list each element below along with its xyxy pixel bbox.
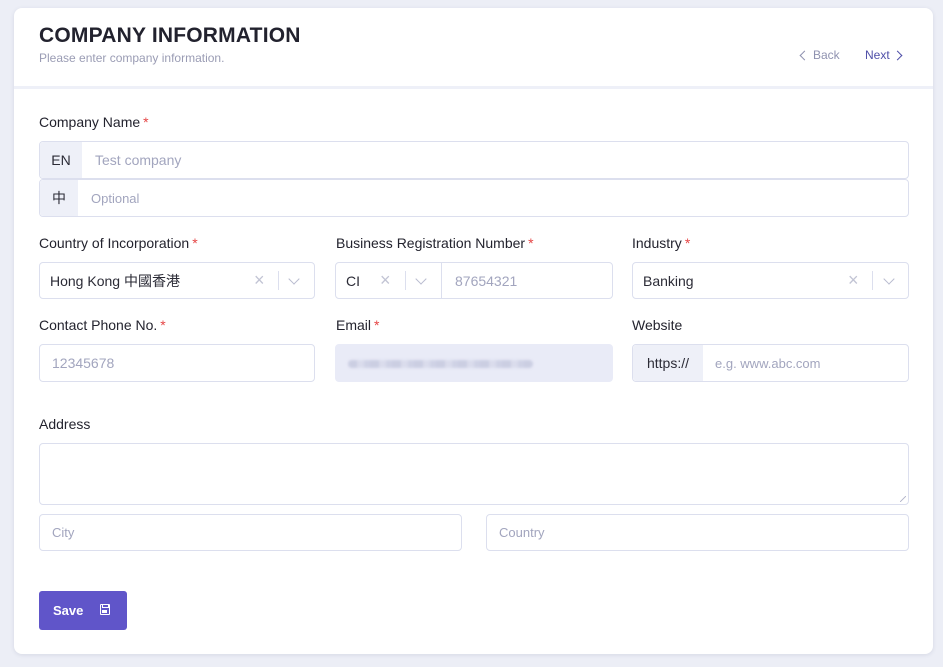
floppy-disk-icon — [100, 604, 110, 615]
country-label: Country of Incorporation * — [39, 235, 198, 251]
website-field[interactable]: https:// e.g. www.abc.com — [632, 344, 909, 382]
chevron-left-icon — [799, 50, 810, 60]
phone-input[interactable]: 12345678 — [52, 345, 114, 381]
brn-label-text: Business Registration Number — [336, 235, 526, 251]
chevron-down-icon[interactable] — [883, 263, 895, 298]
address-country-field[interactable]: Country — [486, 514, 909, 551]
country-select[interactable]: Hong Kong 中國香港 × — [39, 262, 315, 299]
phone-field[interactable]: 12345678 — [39, 344, 315, 382]
country-value: Hong Kong 中國香港 — [50, 272, 180, 289]
required-mark: * — [374, 317, 380, 333]
next-label: Next — [865, 48, 890, 62]
back-label: Back — [813, 48, 840, 62]
phone-label: Contact Phone No. * — [39, 317, 166, 333]
address-label-text: Address — [39, 416, 91, 432]
email-label-text: Email — [336, 317, 372, 333]
save-button[interactable]: Save — [39, 591, 127, 630]
required-mark: * — [192, 235, 198, 251]
brn-number-field[interactable]: 87654321 — [441, 262, 613, 299]
resize-handle[interactable] — [900, 496, 906, 502]
city-field[interactable]: City — [39, 514, 462, 551]
email-value-redacted — [348, 360, 533, 368]
select-separator — [405, 271, 406, 290]
https-addon: https:// — [633, 345, 703, 381]
company-name-zh-field[interactable]: 中 Optional — [39, 179, 909, 217]
company-name-zh-input[interactable]: Optional — [91, 180, 139, 216]
email-label: Email * — [336, 317, 379, 333]
brn-number-input[interactable]: 87654321 — [455, 263, 517, 298]
website-label: Website — [632, 317, 682, 333]
card-header: COMPANY INFORMATION Please enter company… — [14, 8, 933, 89]
industry-select[interactable]: Banking × — [632, 262, 909, 299]
page-title: COMPANY INFORMATION — [39, 24, 301, 47]
en-addon: EN — [40, 142, 82, 178]
page-subtitle: Please enter company information. — [39, 51, 225, 65]
select-separator — [872, 271, 873, 290]
chevron-down-icon[interactable] — [415, 263, 427, 298]
brn-label: Business Registration Number * — [336, 235, 534, 251]
website-input[interactable]: e.g. www.abc.com — [715, 345, 821, 381]
select-separator — [278, 271, 279, 290]
company-info-card: COMPANY INFORMATION Please enter company… — [14, 8, 933, 654]
industry-label-text: Industry — [632, 235, 682, 251]
city-input[interactable]: City — [52, 515, 74, 550]
chevron-right-icon — [892, 50, 903, 60]
chevron-down-icon[interactable] — [288, 263, 300, 298]
required-mark: * — [143, 114, 149, 130]
zh-addon: 中 — [40, 180, 78, 216]
country-label-text: Country of Incorporation — [39, 235, 190, 251]
company-name-en-field[interactable]: EN Test company — [39, 141, 909, 179]
phone-label-text: Contact Phone No. — [39, 317, 158, 333]
company-name-label-text: Company Name — [39, 114, 141, 130]
address-label: Address — [39, 416, 90, 432]
website-label-text: Website — [632, 317, 683, 333]
company-name-label: Company Name * — [39, 114, 149, 130]
industry-label: Industry * — [632, 235, 690, 251]
company-name-en-input[interactable]: Test company — [95, 142, 181, 178]
close-icon[interactable]: × — [254, 263, 265, 298]
back-button[interactable]: Back — [799, 48, 840, 62]
address-textarea[interactable] — [39, 443, 909, 505]
required-mark: * — [528, 235, 534, 251]
brn-prefix-select[interactable]: CI × — [335, 262, 442, 299]
required-mark: * — [684, 235, 691, 251]
brn-prefix-value: CI — [346, 272, 360, 289]
required-mark: * — [160, 317, 166, 333]
next-button[interactable]: Next — [865, 48, 903, 62]
close-icon[interactable]: × — [848, 263, 859, 298]
close-icon[interactable]: × — [380, 263, 391, 298]
save-label: Save — [53, 603, 84, 618]
email-field — [335, 344, 613, 382]
industry-value: Banking — [643, 272, 694, 289]
address-country-input[interactable]: Country — [499, 515, 545, 550]
